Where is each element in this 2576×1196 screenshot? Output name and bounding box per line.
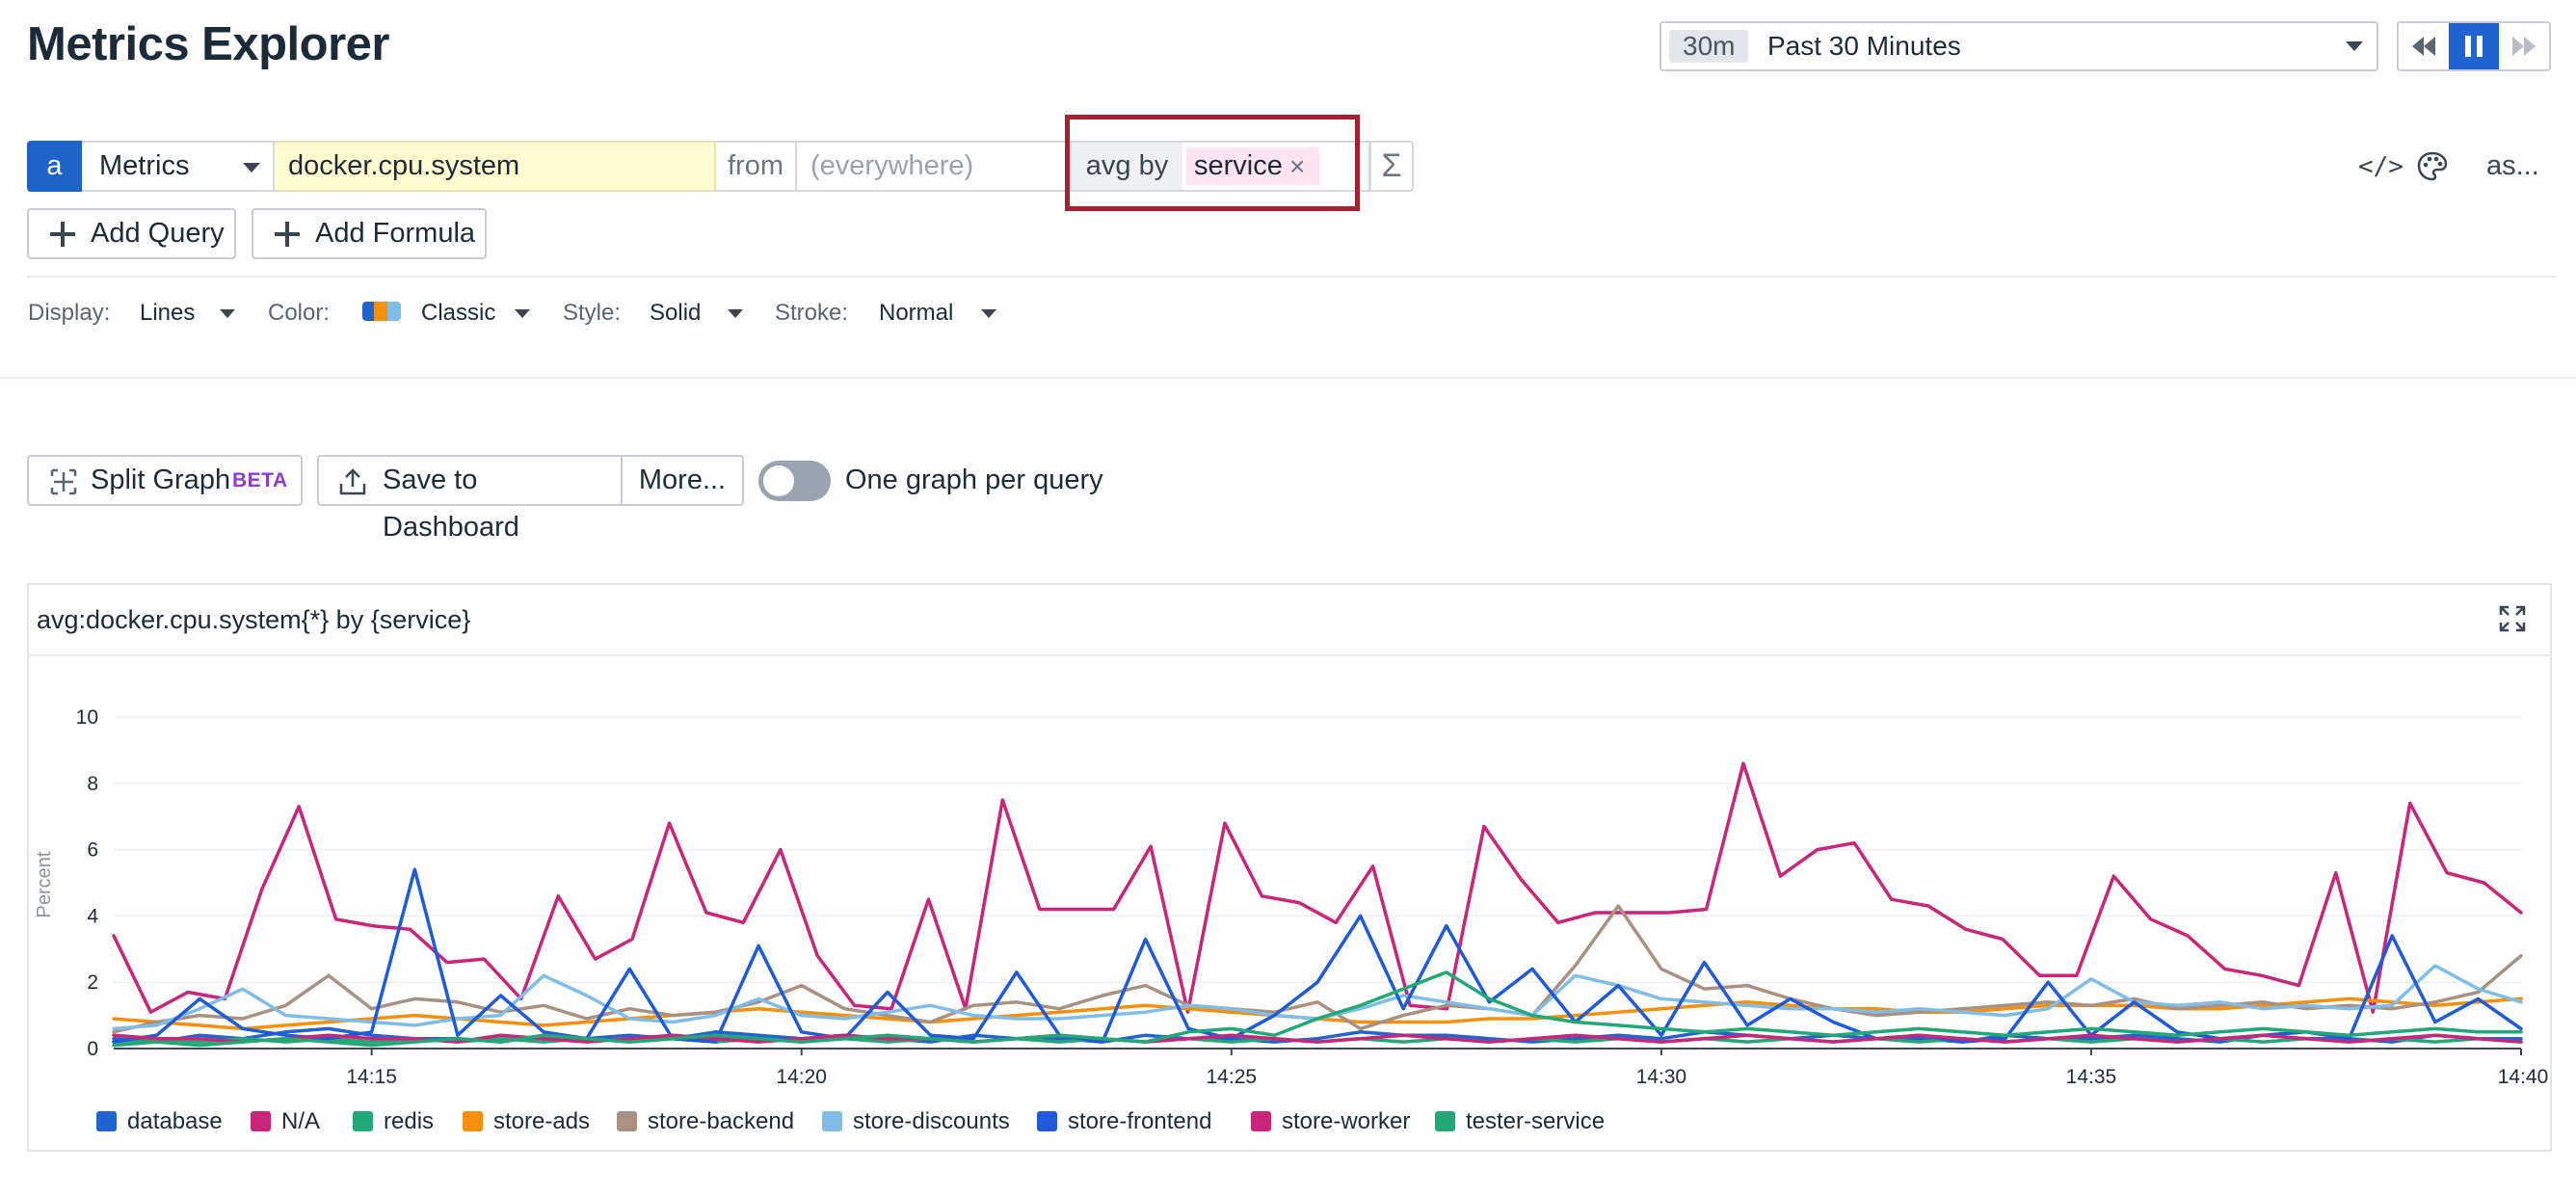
plus-icon	[275, 222, 300, 247]
one-graph-toggle[interactable]	[758, 461, 831, 501]
pause-icon	[2465, 36, 2483, 57]
fast-forward-icon	[2512, 37, 2536, 56]
legend-swatch	[96, 1111, 117, 1131]
x-tick-label: 14:25	[1207, 1066, 1258, 1088]
query-letter[interactable]: a	[27, 141, 82, 192]
color-select[interactable]: Classic	[421, 300, 495, 327]
y-tick-label: 6	[87, 839, 98, 862]
y-tick-label: 0	[87, 1038, 98, 1060]
chevron-down-icon	[243, 163, 260, 173]
split-graph-label: Split Graph	[91, 465, 231, 495]
graph-title: avg:docker.cpu.system{*} by {service}	[37, 605, 471, 634]
legend-swatch	[353, 1111, 373, 1131]
x-tick-label: 14:30	[1636, 1066, 1687, 1088]
rewind-button[interactable]	[2399, 23, 2449, 69]
display-label: Display:	[28, 300, 111, 326]
time-range-badge: 30m	[1669, 30, 1749, 63]
legend-swatch	[1251, 1111, 1271, 1131]
divider	[27, 276, 2557, 278]
fast-forward-button[interactable]	[2499, 23, 2549, 69]
legend-label: database	[127, 1108, 223, 1134]
legend-swatch	[463, 1111, 483, 1131]
legend-swatch	[822, 1111, 842, 1131]
function-button[interactable]: Σ	[1369, 141, 1414, 192]
expand-icon[interactable]	[2498, 604, 2527, 638]
y-tick-label: 2	[87, 971, 98, 994]
highlight-box	[1065, 115, 1360, 211]
stroke-select[interactable]: Normal	[879, 300, 953, 327]
chevron-down-icon	[515, 309, 530, 318]
data-source-label: Metrics	[99, 150, 190, 181]
pause-button[interactable]	[2449, 23, 2499, 69]
y-tick-label: 4	[87, 905, 98, 927]
scope-input[interactable]: (everywhere)	[797, 141, 1072, 192]
more-button[interactable]: More...	[621, 455, 744, 506]
metric-input[interactable]: docker.cpu.system	[275, 141, 716, 192]
split-graph-button[interactable]: Split Graph BETA	[27, 455, 303, 506]
chevron-down-icon	[220, 309, 235, 318]
beta-badge: BETA	[232, 469, 288, 492]
chevron-down-icon	[728, 309, 743, 318]
time-range-picker[interactable]: 30m Past 30 Minutes	[1660, 21, 2378, 71]
code-icon[interactable]: </>	[2358, 152, 2403, 181]
plus-icon	[50, 222, 75, 247]
legend-label: store-worker	[1282, 1108, 1411, 1134]
stroke-label: Stroke:	[775, 300, 849, 326]
divider	[0, 377, 2576, 379]
chevron-down-icon	[2346, 41, 2363, 51]
data-source-select[interactable]: Metrics	[82, 141, 275, 192]
save-dashboard-label: Save to Dashboard	[383, 465, 519, 543]
from-label: from	[716, 141, 797, 192]
legend-label: store-backend	[648, 1108, 795, 1134]
y-axis-label: Percent	[34, 851, 55, 917]
legend-swatch	[1037, 1111, 1057, 1131]
chevron-down-icon	[981, 309, 996, 318]
y-tick-label: 8	[87, 773, 98, 795]
x-tick-label: 14:15	[346, 1066, 397, 1088]
legend-swatch	[1435, 1111, 1455, 1131]
toggle-knob	[763, 465, 794, 496]
line-chart: 0 2 4 6 8 10 Percent 14:15 14:20 14:25 14:30 14:35 1…	[34, 706, 2549, 1088]
playback-controls	[2397, 21, 2551, 71]
add-query-button[interactable]: Add Query	[27, 208, 236, 259]
style-select[interactable]: Solid	[650, 300, 701, 327]
x-tick-label: 14:35	[2066, 1066, 2117, 1088]
one-graph-label: One graph per query	[845, 465, 1103, 495]
y-tick-label: 10	[76, 706, 98, 729]
time-range-label: Past 30 Minutes	[1767, 31, 1961, 61]
save-dashboard-button[interactable]: Save to Dashboard	[317, 455, 623, 543]
add-query-label: Add Query	[91, 218, 225, 249]
color-label: Color:	[268, 300, 331, 326]
legend-swatch	[251, 1111, 271, 1131]
page-title: Metrics Explorer	[27, 18, 390, 70]
display-select[interactable]: Lines	[140, 300, 195, 327]
x-tick-label: 14:20	[776, 1066, 827, 1088]
x-tick-label: 14:40	[2498, 1066, 2549, 1088]
legend-label: store-frontend	[1068, 1108, 1212, 1134]
legend-label: store-discounts	[853, 1108, 1010, 1134]
add-formula-label: Add Formula	[315, 218, 476, 249]
palette-swatch-icon	[362, 302, 403, 321]
split-icon	[50, 468, 77, 495]
series-line-n-a[interactable]	[112, 761, 2523, 1014]
legend-label: N/A	[281, 1108, 321, 1134]
add-formula-button[interactable]: Add Formula	[252, 208, 487, 259]
legend-swatch	[617, 1111, 637, 1131]
alias-menu[interactable]: as...	[2486, 150, 2539, 182]
legend-label: store-ads	[493, 1108, 591, 1134]
legend-label: redis	[384, 1108, 435, 1134]
style-label: Style:	[563, 300, 622, 326]
upload-icon	[339, 468, 366, 495]
legend-label: tester-service	[1466, 1108, 1606, 1134]
palette-icon[interactable]	[2416, 150, 2449, 188]
rewind-icon	[2412, 37, 2435, 56]
